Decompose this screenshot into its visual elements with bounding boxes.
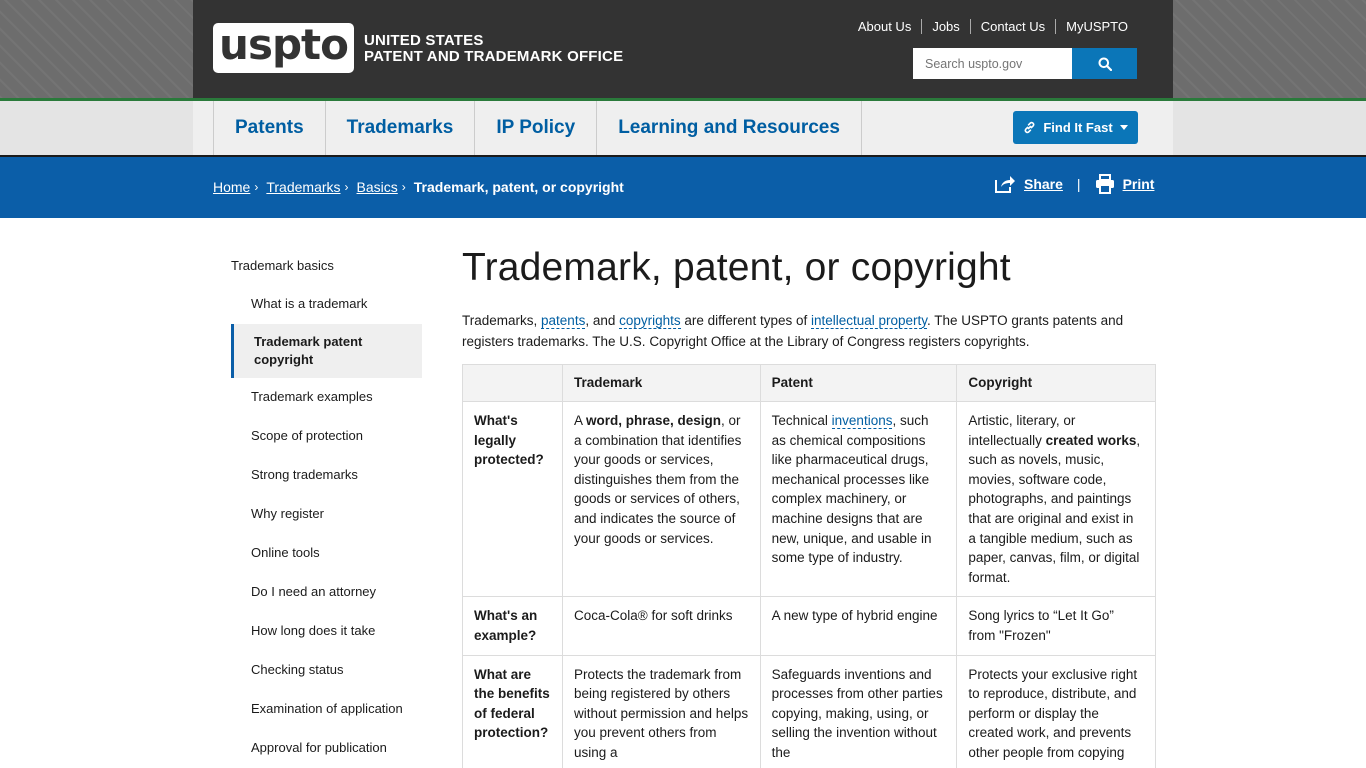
chevron-right-icon: › xyxy=(254,180,259,194)
breadcrumb-basics[interactable]: Basics xyxy=(357,179,398,195)
sidebar-item-how-long[interactable]: How long does it take xyxy=(231,612,422,651)
cell-patent-protected: Technical inventions, such as chemical c… xyxy=(759,400,958,598)
nav-item-trademarks[interactable]: Trademarks xyxy=(326,101,476,155)
table-row: What's an example? Coca-Cola® for soft d… xyxy=(462,596,1156,656)
sidebar-item-why-register[interactable]: Why register xyxy=(231,495,422,534)
table-row: What's legally protected? A word, phrase… xyxy=(462,400,1156,598)
search-input[interactable] xyxy=(913,48,1072,79)
sidebar-item-scope-of-protection[interactable]: Scope of protection xyxy=(231,417,422,456)
share-print-tools: Share | Print xyxy=(994,174,1154,194)
nav-item-ip-policy[interactable]: IP Policy xyxy=(475,101,598,155)
find-it-fast-label: Find It Fast xyxy=(1043,120,1113,135)
logo-text: uspto xyxy=(219,20,349,69)
nav-item-learning-resources[interactable]: Learning and Resources xyxy=(597,101,862,155)
site-header: uspto UNITED STATES PATENT AND TRADEMARK… xyxy=(193,0,1173,98)
search-icon xyxy=(1098,57,1112,71)
sidebar-item-online-tools[interactable]: Online tools xyxy=(231,534,422,573)
sidebar-item-checking-status[interactable]: Checking status xyxy=(231,651,422,690)
print-icon[interactable] xyxy=(1095,174,1115,194)
sidebar-item-trademark-examples[interactable]: Trademark examples xyxy=(231,378,422,417)
print-link[interactable]: Print xyxy=(1123,176,1155,192)
contact-us-link[interactable]: Contact Us xyxy=(971,19,1057,34)
page-title: Trademark, patent, or copyright xyxy=(462,246,1011,289)
cell-copyright-example: Song lyrics to “Let It Go” from "Frozen" xyxy=(956,596,1156,656)
inventions-link[interactable]: inventions xyxy=(831,413,893,429)
share-link[interactable]: Share xyxy=(1024,176,1063,192)
sidebar-item-attorney[interactable]: Do I need an attorney xyxy=(231,573,422,612)
table-header-empty xyxy=(462,364,563,402)
main-content: Trademark, patent, or copyright Trademar… xyxy=(462,244,1156,768)
main-nav: Patents Trademarks IP Policy Learning an… xyxy=(193,101,1173,155)
table-header-row: Trademark Patent Copyright xyxy=(462,364,1156,402)
chevron-right-icon: › xyxy=(401,180,406,194)
agency-name[interactable]: UNITED STATES PATENT AND TRADEMARK OFFIC… xyxy=(364,33,623,65)
jobs-link[interactable]: Jobs xyxy=(922,19,971,34)
table-header-copyright: Copyright xyxy=(956,364,1156,402)
search-button[interactable] xyxy=(1072,48,1137,79)
chevron-right-icon: › xyxy=(344,180,349,194)
intellectual-property-link[interactable]: intellectual property xyxy=(810,313,928,329)
about-us-link[interactable]: About Us xyxy=(848,19,923,34)
breadcrumb-home[interactable]: Home xyxy=(213,179,250,195)
table-row: What are the benefits of federal protect… xyxy=(462,654,1156,768)
table-header-trademark: Trademark xyxy=(561,364,761,402)
nav-item-patents[interactable]: Patents xyxy=(214,101,326,155)
agency-line-2: PATENT AND TRADEMARK OFFICE xyxy=(364,48,624,65)
cell-trademark-example: Coca-Cola® for soft drinks xyxy=(561,596,761,656)
sidebar-heading[interactable]: Trademark basics xyxy=(231,248,422,285)
breadcrumb: Home › Trademarks › Basics › Trademark, pat… xyxy=(213,179,624,195)
sidebar-item-strong-trademarks[interactable]: Strong trademarks xyxy=(231,456,422,495)
cell-patent-benefits: Safeguards inventions and processes from… xyxy=(759,654,958,768)
comparison-table: Trademark Patent Copyright What's legall… xyxy=(462,364,1156,768)
cell-patent-example: A new type of hybrid engine xyxy=(759,596,958,656)
row-label-example: What's an example? xyxy=(462,596,563,656)
cell-trademark-benefits: Protects the trademark from being regist… xyxy=(561,654,761,768)
sidebar-item-trademark-patent-copyright[interactable]: Trademark patent copyright xyxy=(231,324,422,378)
chevron-down-icon xyxy=(1119,125,1128,130)
sidebar-item-what-is-a-trademark[interactable]: What is a trademark xyxy=(231,285,422,324)
breadcrumb-trademarks[interactable]: Trademarks xyxy=(266,179,340,195)
sidebar-item-examination[interactable]: Examination of application xyxy=(231,690,422,729)
myuspto-link[interactable]: MyUSPTO xyxy=(1056,19,1128,34)
copyrights-link[interactable]: copyrights xyxy=(619,313,681,329)
table-header-patent: Patent xyxy=(759,364,958,402)
uspto-logo[interactable]: uspto xyxy=(213,23,354,73)
patents-link[interactable]: patents xyxy=(541,313,586,329)
cell-copyright-benefits: Protects your exclusive right to reprodu… xyxy=(956,654,1156,768)
intro-paragraph: Trademarks, patents, and copyrights are … xyxy=(462,313,1124,349)
row-label-legally-protected: What's legally protected? xyxy=(462,400,563,598)
cell-copyright-protected: Artistic, literary, or intellectually cr… xyxy=(956,400,1156,598)
link-icon xyxy=(1024,121,1035,134)
breadcrumb-current: Trademark, patent, or copyright xyxy=(413,179,624,195)
find-it-fast-button[interactable]: Find It Fast xyxy=(1013,111,1138,144)
share-icon[interactable] xyxy=(994,174,1016,194)
sidebar-item-approval-publication[interactable]: Approval for publication xyxy=(231,729,422,768)
cell-trademark-protected: A word, phrase, design, or a combination… xyxy=(561,400,761,598)
utility-links: About Us Jobs Contact Us MyUSPTO xyxy=(848,19,1128,34)
sidebar-nav: Trademark basics What is a trademark Tra… xyxy=(231,248,422,768)
breadcrumb-bar: Home › Trademarks › Basics › Trademark, pat… xyxy=(0,157,1366,218)
agency-line-1: UNITED STATES xyxy=(364,32,484,49)
row-label-benefits: What are the benefits of federal protect… xyxy=(462,654,563,768)
